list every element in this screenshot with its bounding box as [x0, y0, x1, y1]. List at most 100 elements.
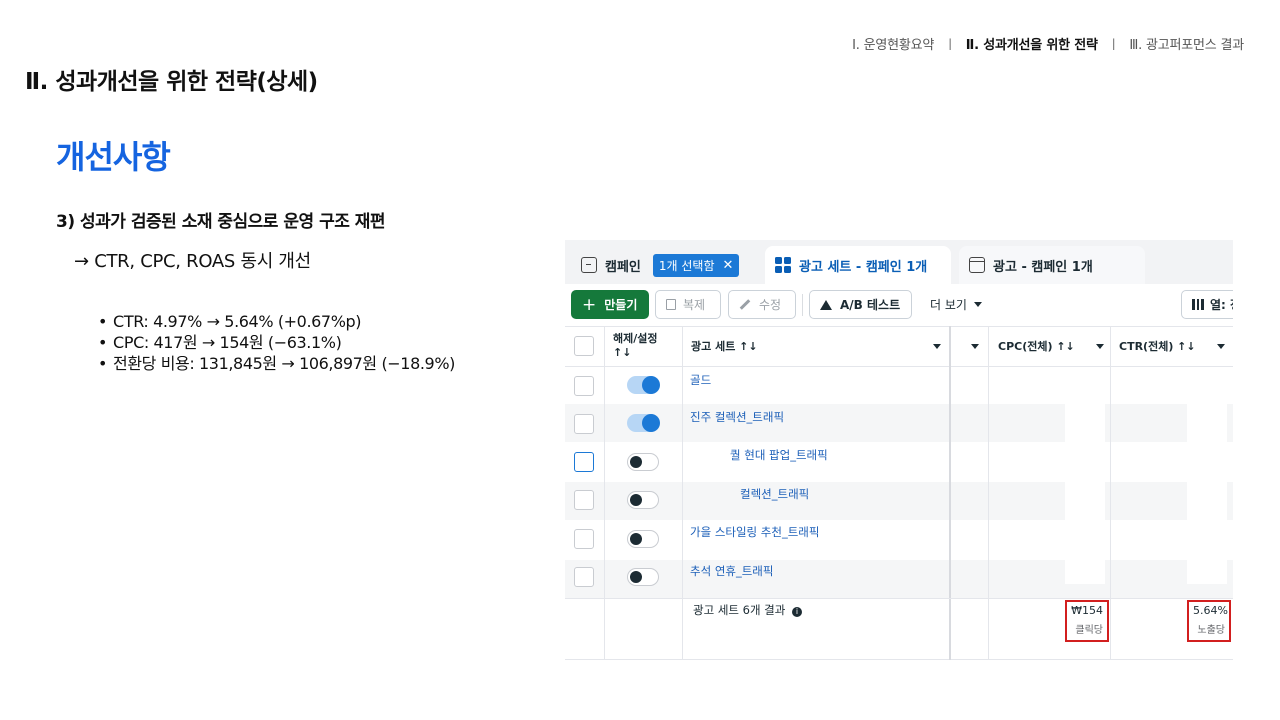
redacted-area — [1187, 404, 1227, 584]
grid-line — [565, 659, 1233, 660]
point-title: 3) 성과가 검증된 소재 중심으로 운영 구조 재편 — [56, 212, 386, 232]
grid-line — [949, 326, 951, 660]
delivery-toggle[interactable] — [627, 491, 659, 509]
grid-line — [565, 366, 1233, 367]
ab-test-button-label: A/B 테스트 — [840, 298, 901, 312]
tab-campaign-label: 캠페인 — [605, 259, 641, 275]
adset-name-link[interactable]: 컬렉션_트래픽 — [740, 486, 809, 502]
row-checkbox[interactable] — [574, 490, 594, 510]
create-button-label: 만들기 — [604, 298, 638, 312]
header-cpc-label: CPC(전체) ↑↓ — [998, 340, 1075, 353]
close-icon[interactable]: ✕ — [723, 258, 734, 273]
metric-bullet-list: CTR: 4.97% → 5.64% (+0.67%p) CPC: 417원 →… — [98, 311, 455, 374]
table-row-bg — [565, 404, 1233, 442]
chevron-down-icon[interactable] — [1217, 343, 1225, 349]
ads-manager-screenshot: 캠페인 1개 선택함 ✕ 광고 세트 - 캠페인 1개 광고 - 캠페인 1개 … — [565, 240, 1233, 660]
tab-ad[interactable]: 광고 - 캠페인 1개 — [959, 246, 1145, 284]
tab-campaign[interactable]: 캠페인 1개 선택함 ✕ — [571, 246, 751, 284]
tab-adset-label: 광고 세트 - 캠페인 1개 — [799, 259, 928, 275]
duplicate-button-label: 복제 — [683, 298, 706, 312]
delivery-toggle[interactable] — [627, 530, 659, 548]
edit-button-label: 수정 — [759, 298, 782, 312]
adset-name-link[interactable]: 퀄 현대 팝업_트래픽 — [730, 447, 828, 463]
bullet-cpc: CPC: 417원 → 154원 (−63.1%) — [98, 332, 455, 353]
plus-icon: + — [582, 294, 597, 315]
adset-name-link[interactable]: 추석 연휴_트래픽 — [690, 563, 773, 579]
flask-icon — [820, 299, 832, 310]
grid-line — [565, 598, 1233, 599]
summary-label: 광고 세트 6개 결과 i — [693, 602, 802, 618]
slide-title: Ⅱ. 성과개선을 위한 전략(상세) — [25, 69, 318, 95]
select-all-checkbox[interactable] — [574, 336, 594, 356]
delivery-toggle[interactable] — [627, 376, 660, 394]
cpc-total-highlight: ₩154 클릭당 — [1065, 600, 1109, 642]
bullet-ctr: CTR: 4.97% → 5.64% (+0.67%p) — [98, 311, 455, 332]
ctr-total-value: 5.64% — [1193, 604, 1228, 617]
grid-line — [682, 326, 683, 660]
row-checkbox[interactable] — [574, 376, 594, 396]
header-ctr-label: CTR(전체) ↑↓ — [1119, 340, 1196, 353]
edit-button[interactable]: 수정 — [728, 290, 796, 319]
toolbar-divider — [802, 294, 803, 316]
delivery-toggle[interactable] — [627, 414, 660, 432]
adset-name-link[interactable]: 가을 스타일링 추천_트래픽 — [690, 524, 819, 540]
nav-separator: ㅣ — [944, 38, 956, 53]
row-checkbox[interactable] — [574, 529, 594, 549]
table-row-bg — [565, 560, 1233, 598]
row-checkbox[interactable] — [574, 414, 594, 434]
ctr-total-unit: 노출당 — [1197, 625, 1225, 636]
header-ctr[interactable]: CTR(전체) ↑↓ — [1119, 326, 1225, 366]
point-subtitle: → CTR, CPC, ROAS 동시 개선 — [74, 251, 311, 272]
header-hidden-column[interactable] — [971, 326, 983, 366]
header-adset-name[interactable]: 광고 세트 ↑↓ — [691, 326, 941, 366]
header-cpc[interactable]: CPC(전체) ↑↓ — [998, 326, 1104, 366]
selection-chip[interactable]: 1개 선택함 ✕ — [652, 253, 740, 277]
row-checkbox[interactable] — [574, 452, 594, 472]
delivery-toggle[interactable] — [627, 568, 659, 586]
bullet-cost-per-conversion: 전환당 비용: 131,845원 → 106,897원 (−18.9%) — [98, 353, 455, 374]
duplicate-icon — [666, 299, 676, 310]
campaign-icon — [581, 257, 597, 273]
ab-test-button[interactable]: A/B 테스트 — [809, 290, 912, 319]
chevron-down-icon — [973, 302, 982, 307]
nav-item-results[interactable]: Ⅲ. 광고퍼포먼스 결과 — [1129, 34, 1244, 53]
chevron-down-icon[interactable] — [933, 343, 941, 349]
delivery-toggle[interactable] — [627, 453, 659, 471]
nav-separator: ㅣ — [1107, 38, 1120, 53]
table-row-bg — [565, 482, 1233, 520]
create-button[interactable]: + 만들기 — [571, 290, 649, 319]
row-checkbox[interactable] — [574, 567, 594, 587]
tab-adset[interactable]: 광고 세트 - 캠페인 1개 — [765, 246, 951, 284]
header-toggle[interactable]: 해제/설정 ↑↓ — [613, 326, 679, 366]
tab-bar: 캠페인 1개 선택함 ✕ 광고 세트 - 캠페인 1개 광고 - 캠페인 1개 — [565, 240, 1233, 284]
columns-button-label: 열: 정 — [1210, 298, 1233, 312]
adset-grid-icon — [775, 257, 791, 273]
redacted-area — [1065, 404, 1105, 584]
nav-item-overview[interactable]: Ⅰ. 운영현황요약 — [852, 34, 934, 53]
ctr-total-highlight: 5.64% 노출당 — [1187, 600, 1231, 642]
info-icon[interactable]: i — [792, 607, 802, 617]
grid-line — [604, 326, 605, 660]
columns-button[interactable]: 열: 정 — [1181, 290, 1233, 319]
chevron-down-icon[interactable] — [971, 343, 979, 349]
columns-icon — [1192, 299, 1204, 310]
duplicate-button[interactable]: 복제 — [655, 290, 721, 319]
toolbar: + 만들기 복제 수정 A/B 테스트 더 보기 열: 정 — [565, 288, 1233, 320]
pencil-icon — [739, 299, 751, 310]
grid-line — [988, 326, 989, 660]
header-adset-name-label: 광고 세트 ↑↓ — [691, 340, 758, 353]
adset-name-link[interactable]: 진주 컬렉션_트래픽 — [690, 409, 784, 425]
more-button[interactable]: 더 보기 — [920, 290, 992, 319]
ad-window-icon — [969, 257, 985, 273]
selection-chip-label: 1개 선택함 — [658, 258, 715, 273]
adset-table: 해제/설정 ↑↓ 광고 세트 ↑↓ CPC(전체) ↑↓ CTR(전체) ↑↓ … — [565, 326, 1233, 660]
section-navigation: Ⅰ. 운영현황요약 ㅣ Ⅱ. 성과개선을 위한 전략 ㅣ Ⅲ. 광고퍼포먼스 결… — [852, 34, 1244, 53]
section-heading: 개선사항 — [56, 138, 171, 176]
nav-item-strategy[interactable]: Ⅱ. 성과개선을 위한 전략 — [966, 34, 1098, 53]
cpc-total-unit: 클릭당 — [1075, 625, 1103, 636]
tab-ad-label: 광고 - 캠페인 1개 — [993, 259, 1093, 275]
summary-label-text: 광고 세트 6개 결과 — [693, 603, 786, 617]
more-button-label: 더 보기 — [930, 298, 967, 312]
adset-name-link[interactable]: 골드 — [690, 372, 711, 388]
chevron-down-icon[interactable] — [1096, 343, 1104, 349]
